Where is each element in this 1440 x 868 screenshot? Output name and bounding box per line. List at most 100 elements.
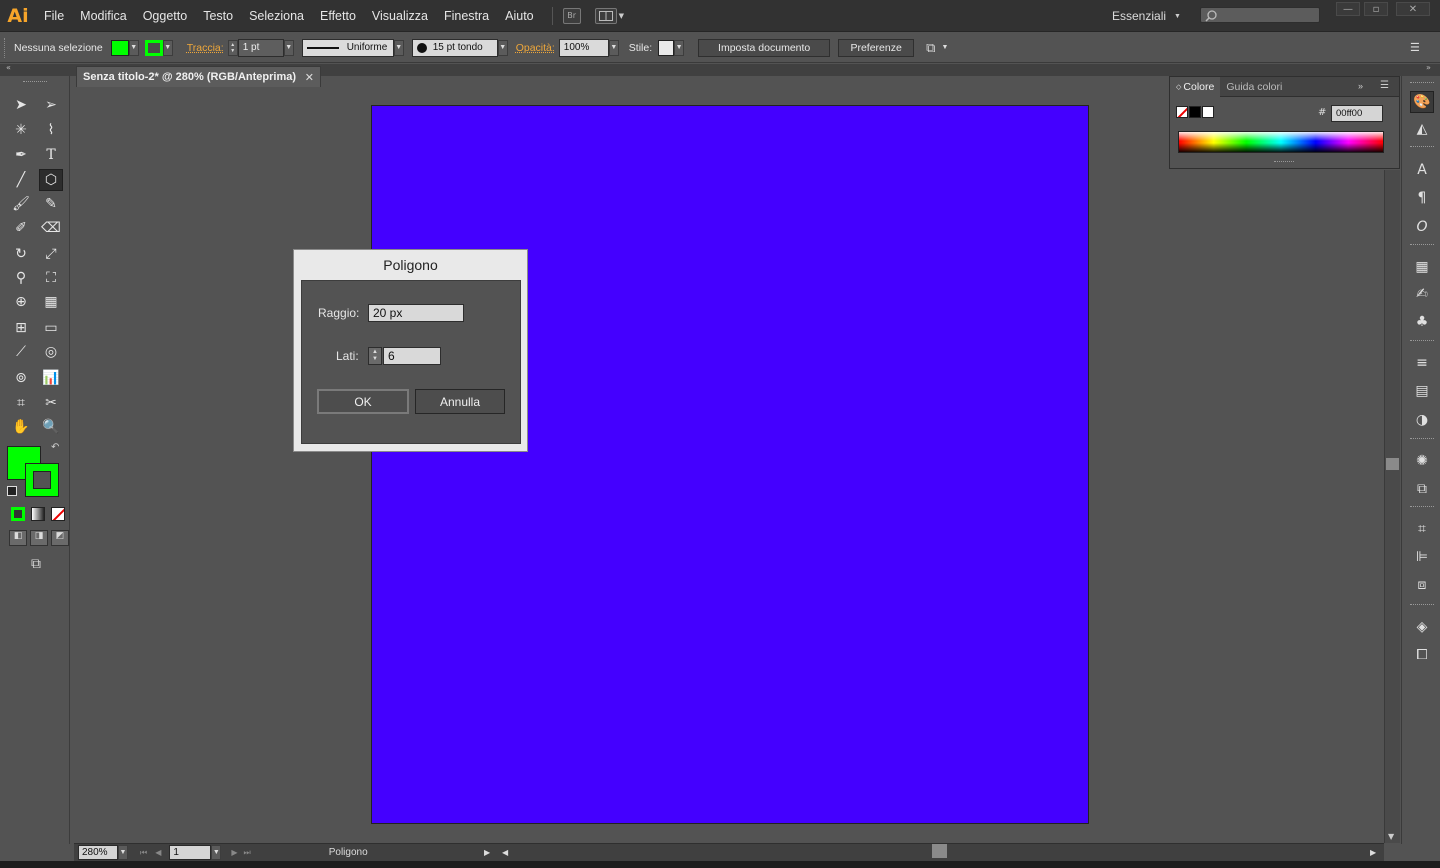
brush-definition[interactable]: 15 pt tondo <box>411 38 498 57</box>
opacity-field[interactable]: 100% <box>558 38 609 57</box>
paintbrush-tool-icon[interactable]: 🖌 <box>9 193 33 215</box>
rotate-tool-icon[interactable]: ↻ <box>9 243 33 265</box>
zoom-field[interactable]: 280% <box>78 845 118 860</box>
mesh-tool-icon[interactable]: ⊞ <box>9 317 33 339</box>
appearance-icon[interactable]: ✺ <box>1410 450 1434 472</box>
arrange-icon[interactable]: ⧉ <box>926 40 935 56</box>
blend-tool-icon[interactable]: ◎ <box>39 341 63 363</box>
menu-file[interactable]: File <box>36 0 72 32</box>
grip-handle[interactable] <box>4 37 10 58</box>
chevron-down-icon[interactable]: ▼ <box>211 845 222 860</box>
first-artboard-icon[interactable]: ⏮ <box>140 848 147 858</box>
status-menu-icon[interactable]: ▶ <box>484 848 490 857</box>
chevron-down-icon[interactable]: ▼ <box>608 39 619 56</box>
pathfinder-icon[interactable]: ⧈ <box>1410 574 1434 596</box>
symbols-icon[interactable]: ♣ <box>1410 311 1434 333</box>
menu-finestra[interactable]: Finestra <box>436 0 497 32</box>
paragraph-icon[interactable]: ¶ <box>1410 187 1434 209</box>
chevron-down-icon[interactable]: ▼ <box>118 845 128 860</box>
collapse-left-icon[interactable]: « <box>6 63 11 72</box>
document-tab[interactable]: Senza titolo-2* @ 280% (RGB/Anteprima) ✕ <box>76 66 321 87</box>
eraser-tool-icon[interactable]: ⌫ <box>39 217 63 239</box>
draw-normal-icon[interactable]: ◧ <box>9 530 27 546</box>
shape-builder-tool-icon[interactable]: ⊕ <box>9 291 33 313</box>
last-artboard-icon[interactable]: ⏭ <box>244 848 251 858</box>
hex-color-field[interactable]: 00ff00 <box>1331 105 1383 122</box>
chevron-down-icon[interactable]: ▼ <box>393 39 404 56</box>
sides-field[interactable]: 6 <box>383 347 441 365</box>
stroke-weight-field[interactable]: 1 pt <box>237 38 284 57</box>
collapse-panel-icon[interactable]: » <box>1358 81 1363 91</box>
color-spectrum[interactable] <box>1178 131 1384 153</box>
zoom-tool-icon[interactable]: 🔍 <box>39 416 63 438</box>
screen-mode-icon[interactable]: ⧉ <box>25 556 47 572</box>
chevron-down-icon[interactable]: ▼ <box>674 39 685 56</box>
column-graph-tool-icon[interactable]: 📊 <box>39 367 63 389</box>
magic-wand-tool-icon[interactable]: ✳ <box>9 119 33 141</box>
scale-tool-icon[interactable]: ⤢ <box>39 243 63 265</box>
stroke-label[interactable]: Traccia: <box>187 42 224 54</box>
arrange-documents-button[interactable] <box>594 7 617 24</box>
document-setup-button[interactable]: Imposta documento <box>698 38 831 57</box>
menu-visualizza[interactable]: Visualizza <box>364 0 436 32</box>
variable-width-profile[interactable]: Uniforme <box>301 38 394 57</box>
free-transform-tool-icon[interactable]: ⛶ <box>39 267 63 289</box>
black-swatch[interactable] <box>1189 106 1201 118</box>
swap-colors-icon[interactable]: ↶ <box>51 442 59 453</box>
transparency-icon[interactable]: ◑ <box>1410 409 1434 431</box>
preferences-button[interactable]: Preferenze <box>838 38 915 57</box>
chevron-down-icon[interactable]: ▼ <box>497 39 508 56</box>
menu-seleziona[interactable]: Seleziona <box>241 0 312 32</box>
character-icon[interactable]: A <box>1410 159 1434 181</box>
bridge-button[interactable]: Br <box>562 7 581 24</box>
help-search-input[interactable] <box>1200 7 1320 23</box>
graphic-styles-icon[interactable]: ⧉ <box>1410 478 1434 500</box>
grip-handle[interactable] <box>1410 82 1434 84</box>
default-colors-icon[interactable] <box>7 486 17 496</box>
artboard-number-field[interactable]: 1 <box>169 845 212 860</box>
previous-artboard-icon[interactable]: ◀ <box>155 848 161 857</box>
symbol-sprayer-tool-icon[interactable]: ⊚ <box>9 367 33 389</box>
white-swatch[interactable] <box>1202 106 1214 118</box>
align-icon[interactable]: ⊫ <box>1410 546 1434 568</box>
color-guide-icon[interactable]: ◭ <box>1410 118 1434 140</box>
opacity-label[interactable]: Opacità: <box>516 42 555 54</box>
menu-aiuto[interactable]: Aiuto <box>497 0 542 32</box>
chevron-down-icon[interactable]: ▼ <box>619 12 624 20</box>
scrollbar-thumb[interactable] <box>1386 458 1399 470</box>
slice-tool-icon[interactable]: ✂ <box>39 392 63 414</box>
type-tool-icon[interactable]: T <box>39 144 63 166</box>
artboards-icon[interactable]: ⧠ <box>1410 644 1434 666</box>
artboard[interactable] <box>371 105 1089 824</box>
menu-modifica[interactable]: Modifica <box>72 0 135 32</box>
draw-behind-icon[interactable]: ◨ <box>30 530 48 546</box>
gradient-tool-icon[interactable]: ▭ <box>39 317 63 339</box>
line-segment-tool-icon[interactable]: ╱ <box>9 169 33 191</box>
pen-tool-icon[interactable]: ✒ <box>9 144 33 166</box>
chevron-down-icon[interactable]: ▼ <box>941 44 948 51</box>
minimize-button[interactable]: — <box>1336 2 1360 16</box>
grip-handle[interactable] <box>23 81 47 83</box>
maximize-button[interactable]: ▫ <box>1364 2 1388 16</box>
gradient-icon[interactable]: ▤ <box>1410 380 1434 402</box>
menu-effetto[interactable]: Effetto <box>312 0 364 32</box>
chevron-down-icon[interactable]: ▼ <box>128 39 139 56</box>
radius-field[interactable]: 20 px <box>368 304 464 322</box>
color-mode-icon[interactable] <box>11 507 25 521</box>
hand-tool-icon[interactable]: ✋ <box>9 416 33 438</box>
cancel-button[interactable]: Annulla <box>415 389 505 414</box>
selection-tool-icon[interactable]: ➤ <box>9 94 33 116</box>
transform-icon[interactable]: ⌗ <box>1410 518 1434 540</box>
fill-swatch[interactable] <box>110 39 129 56</box>
tab-colore[interactable]: ◇ Colore <box>1170 76 1221 97</box>
draw-inside-icon[interactable]: ◩ <box>51 530 69 546</box>
eyedropper-tool-icon[interactable]: ⟋ <box>9 341 33 363</box>
swatches-icon[interactable]: ▦ <box>1410 256 1434 278</box>
perspective-grid-tool-icon[interactable]: ▦ <box>39 291 63 313</box>
close-tab-icon[interactable]: ✕ <box>305 71 314 84</box>
direct-selection-tool-icon[interactable]: ➢ <box>39 94 63 116</box>
close-window-button[interactable]: ✕ <box>1396 2 1430 16</box>
chevron-down-icon[interactable]: ▼ <box>283 39 294 56</box>
stroke-swatch[interactable] <box>144 39 163 56</box>
ok-button[interactable]: OK <box>317 389 409 414</box>
